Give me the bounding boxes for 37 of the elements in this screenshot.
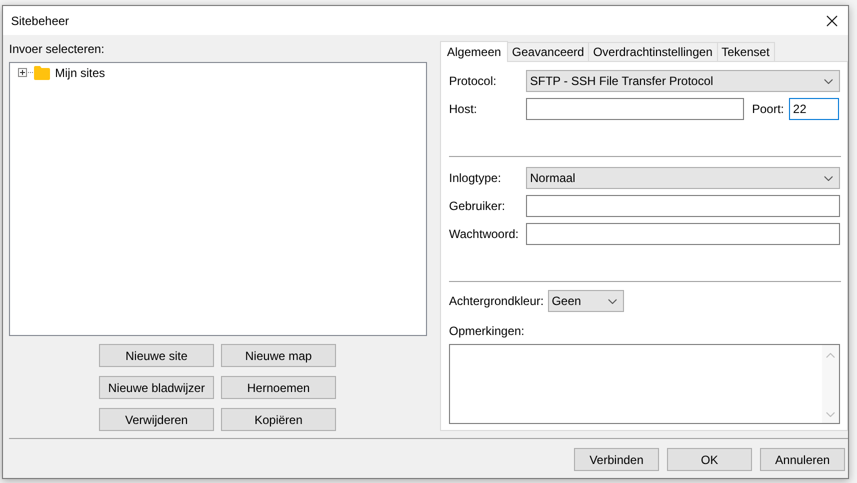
field-label: Host: [449,102,478,116]
color-dropdown[interactable]: Geen [548,290,624,312]
tab[interactable]: Overdrachtinstellingen [588,42,718,61]
chevron-icon [608,298,617,304]
tree-item[interactable]: Mijn sites [55,66,106,80]
chevron-icon [824,176,833,180]
field-label: Poort: [752,102,784,116]
close-icon[interactable] [826,14,838,26]
site-button[interactable]: Nieuwe map [221,344,336,367]
logon-type-dropdown[interactable]: Normaal [526,167,840,189]
site-button[interactable]: Nieuwe site [99,344,214,367]
dialog-button[interactable]: Verbinden [574,448,659,471]
field-label: Protocol: [449,74,498,88]
dialog-button[interactable]: Annuleren [760,448,845,471]
user-field[interactable] [526,195,840,217]
site-button[interactable]: Verwijderen [99,408,214,431]
site-button[interactable]: Nieuwe bladwijzer [99,376,214,399]
port-field[interactable]: 22 [789,98,840,120]
folder-icon [34,66,50,80]
protocol-dropdown[interactable]: SFTP - SSH File Transfer Protocol [526,70,840,92]
expand-icon[interactable] [18,68,27,78]
field-label: Inlogtype: [449,171,502,185]
dialog-button[interactable]: OK [667,448,752,471]
field-label: Achtergrondkleur: [449,294,544,308]
site-button[interactable]: Hernoemen [221,376,336,399]
tab[interactable]: Tekenset [716,42,775,61]
comments-field[interactable] [449,344,840,424]
tab[interactable]: Algemeen [440,41,508,62]
window-title: Sitebeheer [11,14,70,28]
site-button[interactable]: Kopiëren [221,408,336,431]
field-label: Opmerkingen: [449,324,526,338]
chevron-icon [824,78,833,84]
tree-label: Invoer selecteren: [9,42,106,58]
password-field[interactable] [526,223,840,245]
field-label: Gebruiker: [449,199,506,213]
host-field[interactable] [526,98,744,120]
field-label: Wachtwoord: [449,227,520,241]
